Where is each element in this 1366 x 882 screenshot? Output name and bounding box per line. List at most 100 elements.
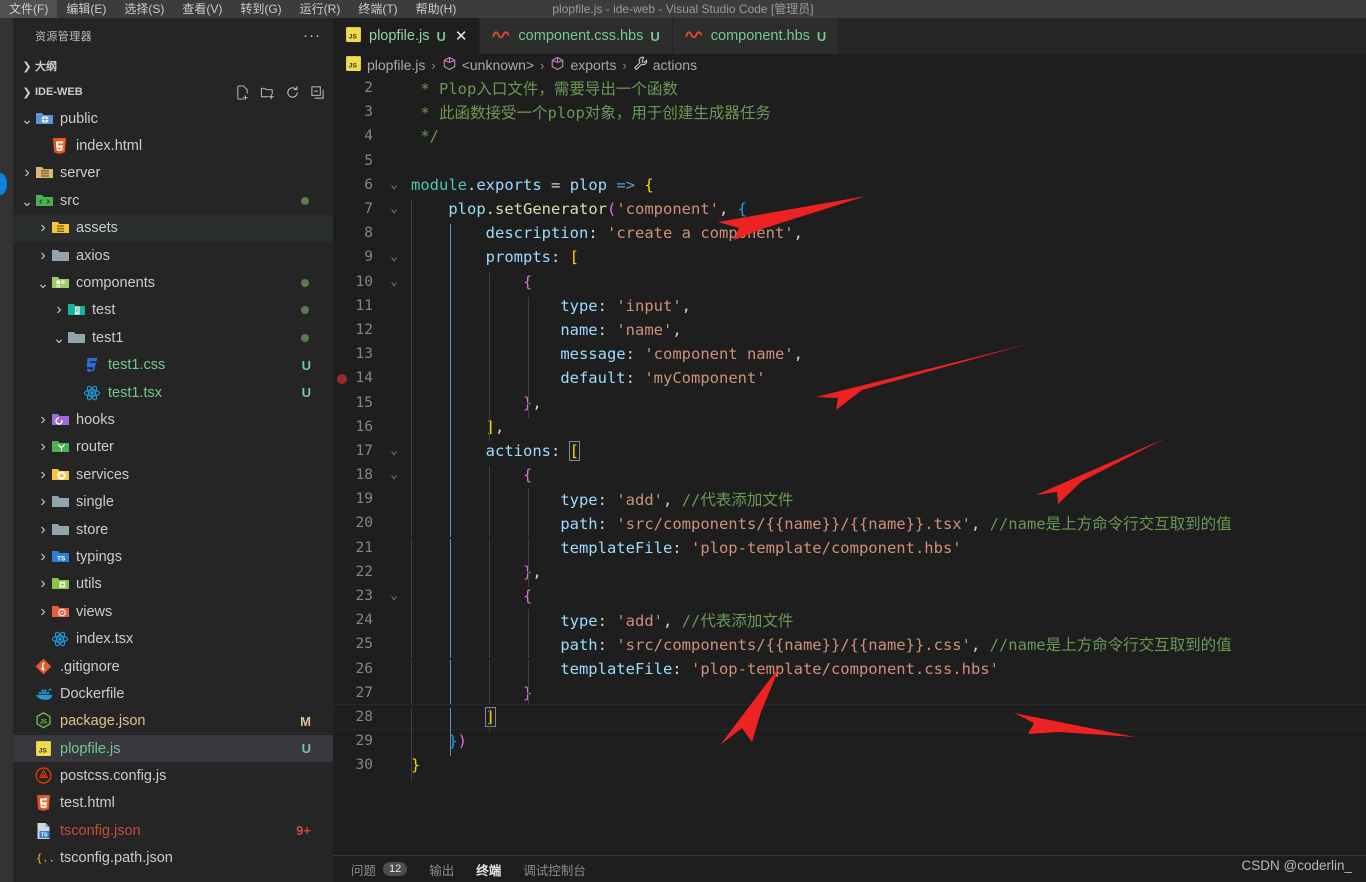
tree-file-row[interactable]: .gitignore [13,653,333,680]
chevron-right-icon[interactable]: › [35,603,51,621]
code-line[interactable]: 4 */ [333,124,1366,148]
breadcrumb-item[interactable]: exports [550,56,616,74]
more-actions-icon[interactable]: ··· [303,28,321,43]
menu-item-selection[interactable]: 选择(S) [115,0,173,18]
tree-file-row[interactable]: test.html [13,790,333,817]
panel-tab[interactable]: 输出 [429,860,454,879]
tree-folder-row[interactable]: › hooks [13,406,333,433]
code-line[interactable]: 2 * Plop入口文件，需要导出一个函数 [333,76,1366,100]
tree-folder-row[interactable]: › TS typings [13,543,333,570]
menu-item-edit[interactable]: 编辑(E) [57,0,115,18]
breadcrumb-item[interactable]: JS plopfile.js [345,55,425,75]
chevron-down-icon[interactable]: ⌄ [19,112,35,126]
code-line[interactable]: 30} [333,753,1366,781]
tree-folder-row[interactable]: ⌄ public [13,105,333,132]
code-line[interactable]: 19 type: 'add', //代表添加文件 [333,487,1366,513]
tree-folder-row[interactable]: › views [13,598,333,625]
workspace-section-header[interactable]: ❯ IDE-WEB [13,79,333,105]
tree-file-row[interactable]: Dockerfile [13,680,333,707]
panel-tab[interactable]: 调试控制台 [523,860,586,879]
code-line[interactable]: 29 }) [333,729,1366,757]
chevron-right-icon[interactable]: › [35,548,51,566]
tree-file-row[interactable]: test1.tsx U [13,379,333,406]
tree-file-row[interactable]: index.tsx [13,625,333,652]
code-line[interactable]: 26 templateFile: 'plop-template/componen… [333,657,1366,684]
menu-item-help[interactable]: 帮助(H) [407,0,466,18]
menu-item-go[interactable]: 转到(G) [231,0,290,18]
tree-file-row[interactable]: JS package.json M [13,708,333,735]
code-line[interactable]: 8 description: 'create a component', [333,221,1366,249]
tree-folder-row[interactable]: › server [13,160,333,187]
code-line[interactable]: 15 }, [333,390,1366,418]
tree-folder-row[interactable]: › services [13,461,333,488]
tree-file-row[interactable]: JS plopfile.js U [13,734,333,763]
tree-file-row[interactable]: test1.css U [13,352,333,379]
code-line[interactable]: 27 } [333,681,1366,708]
code-line[interactable]: 14 default: 'myComponent' [333,366,1366,394]
code-line[interactable]: 17 ⌄ actions: [ [333,439,1366,467]
code-line[interactable]: 22 }, [333,560,1366,588]
tree-file-row[interactable]: {..} tsconfig.path.json [13,845,333,872]
chevron-right-icon[interactable]: › [35,521,51,539]
tree-folder-row[interactable]: › store [13,516,333,543]
code-line[interactable]: 10 ⌄ { [333,270,1366,297]
code-line[interactable]: 6 ⌄ module.exports = plop => { [333,173,1366,197]
fold-chevron-icon[interactable]: ⌄ [385,202,403,215]
fold-chevron-icon[interactable]: ⌄ [385,250,403,263]
code-line[interactable]: 21 templateFile: 'plop-template/componen… [333,536,1366,563]
fold-chevron-icon[interactable]: ⌄ [385,468,403,481]
chevron-right-icon[interactable]: › [51,301,67,319]
chevron-right-icon[interactable]: › [35,575,51,593]
fold-chevron-icon[interactable]: ⌄ [385,444,403,457]
tree-folder-row[interactable]: › single [13,488,333,515]
outline-section-header[interactable]: ❯ 大纲 [13,53,333,79]
chevron-right-icon[interactable]: › [35,247,51,265]
breadcrumb-item[interactable]: <unknown> [442,56,534,74]
tree-file-row[interactable]: index.html [13,132,333,159]
refresh-icon[interactable] [285,85,300,100]
fold-chevron-icon[interactable]: ⌄ [385,589,403,602]
editor-tab[interactable]: component.hbs U [672,18,840,54]
panel-tab[interactable]: 问题 12 [351,860,408,879]
tree-folder-row[interactable]: › test [13,297,333,324]
menu-item-view[interactable]: 查看(V) [173,0,231,18]
breadcrumb-item[interactable]: actions [633,56,697,74]
code-line[interactable]: 3 * 此函数接受一个plop对象，用于创建生成器任务 [333,100,1366,124]
menu-item-run[interactable]: 运行(R) [291,0,350,18]
code-line[interactable]: 12 name: 'name', [333,318,1366,346]
chevron-right-icon[interactable]: › [19,164,35,182]
chevron-down-icon[interactable]: ⌄ [35,276,51,290]
close-icon[interactable]: ✕ [455,27,468,45]
tree-folder-row[interactable]: ⌄ src [13,187,333,214]
tree-folder-row[interactable]: › axios [13,242,333,269]
tree-folder-row[interactable]: ⌄ components [13,269,333,296]
menu-item-terminal[interactable]: 终端(T) [349,0,406,18]
collapse-all-icon[interactable] [310,85,325,100]
chevron-down-icon[interactable]: ⌄ [51,331,67,345]
menu-item-file[interactable]: 文件(F) [0,0,58,18]
code-line[interactable]: 25 path: 'src/components/{{name}}/{{name… [333,632,1366,658]
chevron-right-icon[interactable]: › [35,493,51,511]
code-line[interactable]: 5 [333,149,1366,173]
code-line[interactable]: 28 ] [333,703,1366,733]
tree-file-row[interactable]: postcss.config.js [13,762,333,789]
editor-tab[interactable]: component.css.hbs U [480,18,673,54]
code-line[interactable]: 11 type: 'input', [333,294,1366,321]
chevron-right-icon[interactable]: › [35,219,51,237]
fold-chevron-icon[interactable]: ⌄ [385,178,403,191]
code-line[interactable]: 9 ⌄ prompts: [ [333,245,1366,273]
tree-folder-row[interactable]: › assets [13,214,333,242]
chevron-down-icon[interactable]: ⌄ [19,194,35,208]
code-line[interactable]: 23 ⌄ { [333,584,1366,612]
chevron-right-icon[interactable]: › [35,466,51,484]
chevron-right-icon[interactable]: › [35,411,51,429]
code-line[interactable]: 13 message: 'component name', [333,342,1366,370]
fold-chevron-icon[interactable]: ⌄ [385,275,403,288]
code-line[interactable]: 24 type: 'add', //代表添加文件 [333,608,1366,634]
new-file-icon[interactable] [235,84,250,100]
panel-tab[interactable]: 终端 [476,860,501,879]
code-line[interactable]: 7 ⌄ plop.setGenerator('component', { [333,197,1366,225]
tree-file-row[interactable]: TS tsconfig.json 9+ [13,817,333,844]
code-line[interactable]: 16 ], [333,415,1366,442]
chevron-right-icon[interactable]: › [35,438,51,456]
